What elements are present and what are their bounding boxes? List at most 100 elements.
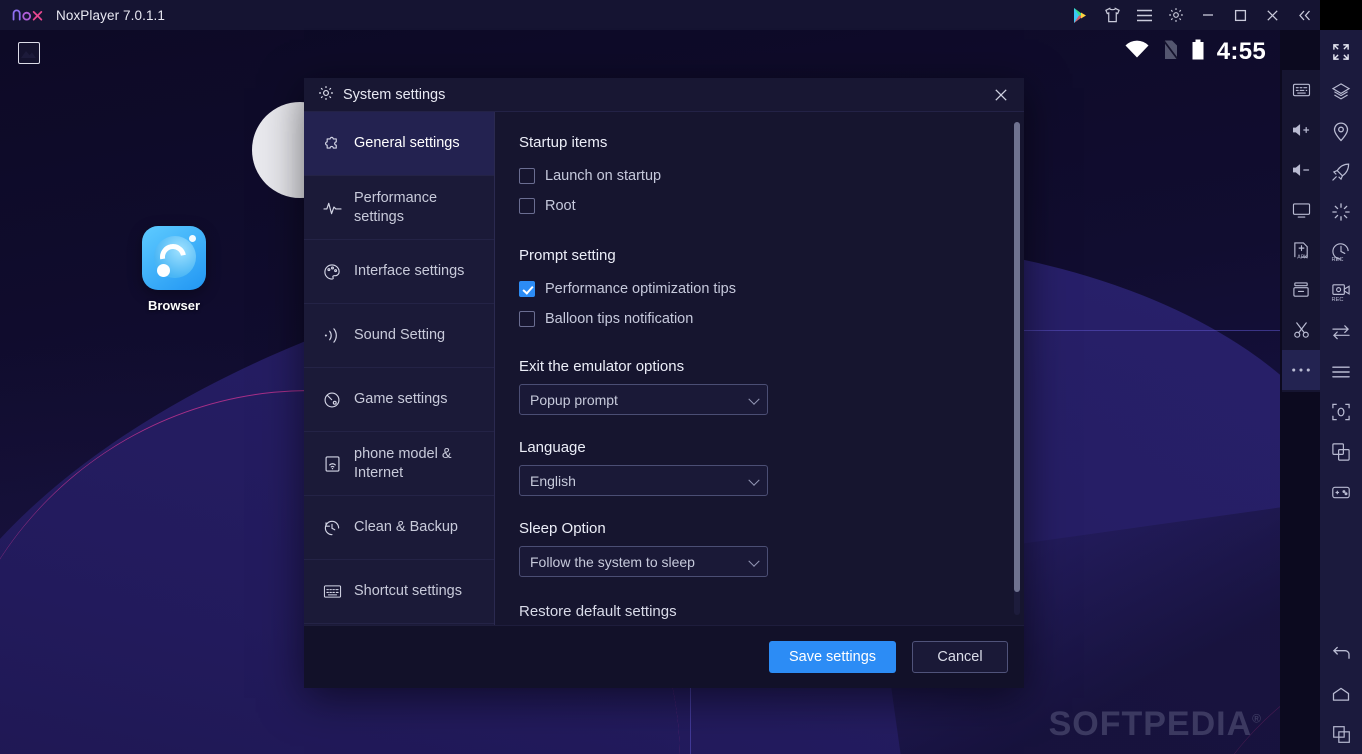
sleep-option-label: Sleep Option xyxy=(519,520,606,537)
checkbox-balloon-tips-notification[interactable] xyxy=(519,311,535,327)
close-icon[interactable] xyxy=(1256,0,1288,30)
select-value: Popup prompt xyxy=(530,391,618,408)
display-icon[interactable] xyxy=(1282,190,1320,230)
fullscreen-icon[interactable] xyxy=(1320,32,1362,72)
install-apk-icon[interactable]: APK xyxy=(1282,230,1320,270)
screenshot-icon[interactable] xyxy=(1320,392,1362,432)
recents-icon[interactable] xyxy=(1320,714,1362,754)
language-select[interactable]: English xyxy=(519,465,768,496)
sidebar-item-performance-settings[interactable]: Performance settings xyxy=(304,176,494,240)
gamepad-icon[interactable] xyxy=(1320,472,1362,512)
app-title: NoxPlayer 7.0.1.1 xyxy=(56,7,166,23)
macro-recorder-icon[interactable]: REC xyxy=(1320,232,1362,272)
chevron-down-icon xyxy=(748,474,760,486)
content-scrollbar[interactable] xyxy=(1014,122,1020,615)
save-settings-button[interactable]: Save settings xyxy=(769,641,896,673)
sidebar-item-label: Performance settings xyxy=(354,190,438,225)
main-toolbar: REC REC xyxy=(1320,30,1362,754)
chevron-down-icon xyxy=(748,555,760,567)
more-dots-icon[interactable] xyxy=(1282,350,1320,390)
exit-emulator-select[interactable]: Popup prompt xyxy=(519,384,768,415)
svg-text:APK: APK xyxy=(1297,254,1308,259)
menu-icon[interactable] xyxy=(1320,352,1362,392)
sync-icon[interactable] xyxy=(1320,312,1362,352)
gamepad-dial-icon xyxy=(322,391,342,409)
browser-icon xyxy=(142,226,206,290)
sound-waves-icon xyxy=(322,327,342,344)
shake-icon[interactable] xyxy=(1320,192,1362,232)
file-manager-icon[interactable] xyxy=(1282,270,1320,310)
dialog-body: General settings Performance settings In… xyxy=(304,112,1024,625)
sidebar-item-general-settings[interactable]: General settings xyxy=(304,112,494,176)
checkbox-root[interactable] xyxy=(519,198,535,214)
exit-emulator-label: Exit the emulator options xyxy=(519,358,685,375)
multi-instance-icon[interactable] xyxy=(1320,72,1362,112)
sidebar-item-interface-settings[interactable]: Interface settings xyxy=(304,240,494,304)
hamburger-menu-icon[interactable] xyxy=(1128,0,1160,30)
prompt-setting-heading: Prompt setting xyxy=(519,247,616,264)
sidebar-item-label: General settings xyxy=(354,135,460,152)
volume-up-icon[interactable] xyxy=(1282,110,1320,150)
keyboard-shortcut-icon xyxy=(322,584,342,599)
app-shortcut-label: Browser xyxy=(147,298,201,313)
checkbox-row-performance-tips[interactable]: Performance optimization tips xyxy=(519,274,1024,304)
tshirt-icon[interactable] xyxy=(1096,0,1128,30)
checkbox-performance-optimization-tips[interactable] xyxy=(519,281,535,297)
checkbox-row-launch-on-startup[interactable]: Launch on startup xyxy=(519,161,1024,191)
sidebar-item-shortcut-settings[interactable]: Shortcut settings xyxy=(304,560,494,624)
sleep-option-select[interactable]: Follow the system to sleep xyxy=(519,546,768,577)
minimize-icon[interactable] xyxy=(1192,0,1224,30)
sidebar-item-label: Game settings xyxy=(354,391,448,408)
back-icon[interactable] xyxy=(1320,634,1362,674)
home-icon[interactable] xyxy=(1320,674,1362,714)
restore-default-settings-link[interactable]: Restore default settings xyxy=(519,603,1024,625)
sidebar-item-game-settings[interactable]: Game settings xyxy=(304,368,494,432)
checkbox-label: Launch on startup xyxy=(545,168,662,184)
chevron-down-icon xyxy=(748,393,760,405)
sidebar-item-clean-backup[interactable]: Clean & Backup xyxy=(304,496,494,560)
sidebar-item-label: Interface settings xyxy=(354,263,465,280)
sidebar-item-label: Shortcut settings xyxy=(354,583,462,600)
sidebar-item-label: Clean & Backup xyxy=(354,519,458,536)
titlebar-right-pad xyxy=(1320,0,1362,30)
gear-icon[interactable] xyxy=(1160,0,1192,30)
screen-recorder-icon[interactable]: REC xyxy=(1320,272,1362,312)
dialog-content: Startup items Launch on startup Root Pro… xyxy=(495,112,1024,625)
nox-logo-icon xyxy=(12,9,43,21)
battery-full-icon xyxy=(1191,39,1205,66)
pulse-icon xyxy=(322,200,342,216)
checkbox-row-root[interactable]: Root xyxy=(519,191,1024,221)
history-clock-icon xyxy=(322,519,342,537)
rocket-icon[interactable] xyxy=(1320,152,1362,192)
scrollbar-thumb[interactable] xyxy=(1014,122,1020,592)
maximize-icon[interactable] xyxy=(1224,0,1256,30)
svg-text:REC: REC xyxy=(1331,297,1343,302)
language-label: Language xyxy=(519,439,586,456)
dialog-close-icon[interactable] xyxy=(988,82,1014,108)
collapse-icon[interactable] xyxy=(1288,0,1320,30)
status-bar-right: 4:55 xyxy=(1124,38,1266,66)
volume-down-icon[interactable] xyxy=(1282,150,1320,190)
checkbox-label: Root xyxy=(545,198,576,214)
puzzle-icon xyxy=(322,135,342,153)
sidebar-item-sound-setting[interactable]: Sound Setting xyxy=(304,304,494,368)
wifi-icon xyxy=(1124,40,1150,65)
play-store-icon[interactable] xyxy=(1064,0,1096,30)
select-value: Follow the system to sleep xyxy=(530,553,695,570)
scissors-icon[interactable] xyxy=(1282,310,1320,350)
svg-text:REC: REC xyxy=(1331,257,1343,262)
checkbox-label: Performance optimization tips xyxy=(545,281,736,297)
checkbox-label: Balloon tips notification xyxy=(545,311,694,327)
multi-window-icon[interactable] xyxy=(1320,432,1362,472)
sidebar-item-label: phone model & Internet xyxy=(354,446,452,481)
location-icon[interactable] xyxy=(1320,112,1362,152)
cancel-button[interactable]: Cancel xyxy=(912,641,1008,673)
checkbox-launch-on-startup[interactable] xyxy=(519,168,535,184)
keyboard-icon[interactable] xyxy=(1282,70,1320,110)
app-shortcut-browser[interactable]: Browser xyxy=(142,226,206,313)
status-bar-time: 4:55 xyxy=(1216,38,1266,65)
no-sim-icon xyxy=(1162,39,1179,66)
checkbox-row-balloon-tips[interactable]: Balloon tips notification xyxy=(519,304,1024,334)
dialog-nav: General settings Performance settings In… xyxy=(304,112,495,625)
sidebar-item-phone-model-internet[interactable]: phone model & Internet xyxy=(304,432,494,496)
